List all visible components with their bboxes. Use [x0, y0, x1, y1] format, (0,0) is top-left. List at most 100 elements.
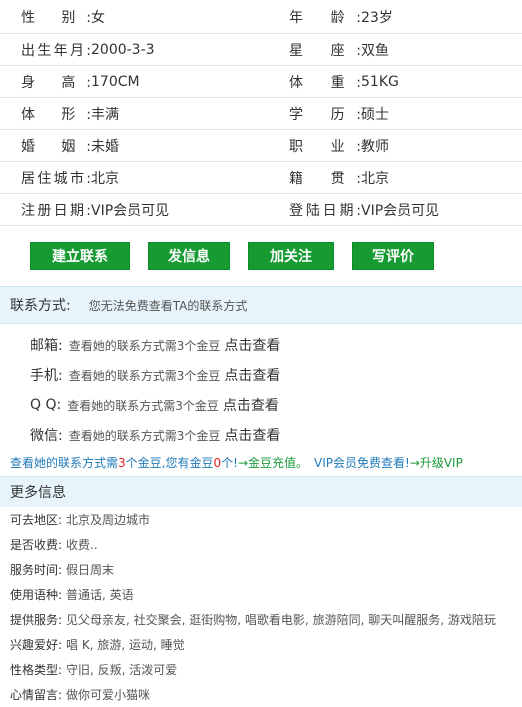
contact-item-wechat: 微信: 查看她的联系方式需3个金豆 点击查看	[0, 420, 522, 450]
field-value: 教师	[361, 138, 389, 155]
recharge-link[interactable]: →金豆充值。	[238, 456, 308, 470]
profile-row: 注册日期: VIP会员可见 登陆日期: VIP会员可见	[0, 194, 522, 226]
field-label: 年 龄:	[289, 9, 361, 26]
info-value: 见父母亲友, 社交聚会, 逛街购物, 唱歌看电影, 旅游陪同, 聊天叫醒服务, …	[66, 613, 496, 627]
view-email-link[interactable]: 点击查看	[224, 335, 280, 355]
field-value: 女	[91, 9, 105, 26]
profile-row: 婚 姻: 未婚 职 业: 教师	[0, 130, 522, 162]
list-item: 提供服务: 见父母亲友, 社交聚会, 逛街购物, 唱歌看电影, 旅游陪同, 聊天叫…	[0, 607, 522, 632]
field-value: 2000-3-3	[91, 41, 155, 58]
field-label: 职 业:	[289, 138, 361, 155]
info-label: 服务时间:	[10, 563, 63, 577]
contact-item-phone: 手机: 查看她的联系方式需3个金豆 点击查看	[0, 360, 522, 390]
list-item: 服务时间: 假日周末	[0, 557, 522, 582]
contact-section-title: 联系方式:	[10, 298, 71, 314]
list-item: 可去地区: 北京及周边城市	[0, 507, 522, 532]
profile-row: 居住城市: 北京 籍 贯: 北京	[0, 162, 522, 194]
profile-row: 出生年月: 2000-3-3 星 座: 双鱼	[0, 34, 522, 66]
field-value: 23岁	[361, 9, 393, 26]
contact-list: 邮箱: 查看她的联系方式需3个金豆 点击查看 手机: 查看她的联系方式需3个金豆…	[0, 324, 522, 450]
profile-row: 性 别: 女 年 龄: 23岁	[0, 0, 522, 34]
list-item: 是否收费: 收费..	[0, 532, 522, 557]
follow-button[interactable]: 加关注	[248, 242, 334, 270]
contact-item-qq: Q Q: 查看她的联系方式需3个金豆 点击查看	[0, 390, 522, 420]
profile-cell-left: 体 形: 丰满	[0, 104, 261, 124]
profile-row: 身 高: 170CM 体 重: 51KG	[0, 66, 522, 98]
more-info-title: 更多信息	[10, 485, 66, 501]
field-label: 居住城市:	[21, 170, 91, 187]
info-label: 心情留言:	[10, 688, 63, 702]
info-label: 性格类型:	[10, 663, 63, 677]
upgrade-vip-link[interactable]: →升级VIP	[410, 456, 463, 470]
info-label: 兴趣爱好:	[10, 638, 63, 652]
field-value: 北京	[361, 170, 389, 187]
contact-label: 手机:	[30, 368, 63, 384]
contact-item-email: 邮箱: 查看她的联系方式需3个金豆 点击查看	[0, 330, 522, 360]
contact-section-header: 联系方式: 您无法免费查看TA的联系方式	[0, 286, 522, 324]
beans-owned: 0	[213, 456, 222, 470]
contact-label: 邮箱:	[30, 338, 63, 354]
notice-text: 个!	[221, 456, 238, 470]
field-value: 丰满	[91, 106, 119, 123]
field-label: 出生年月:	[21, 42, 91, 59]
profile-cell-left: 注册日期: VIP会员可见	[0, 200, 261, 220]
profile-cell-right: 职 业: 教师	[261, 136, 522, 156]
contact-button[interactable]: 建立联系	[30, 242, 130, 270]
view-qq-link[interactable]: 点击查看	[223, 395, 279, 415]
more-info-header: 更多信息	[0, 476, 522, 507]
profile-table: 性 别: 女 年 龄: 23岁 出生年月: 2000-3-3 星 座: 双鱼 身 高: 1…	[0, 0, 522, 226]
profile-cell-left: 婚 姻: 未婚	[0, 136, 261, 156]
vip-text: VIP会员免费查看!	[314, 456, 410, 470]
field-label: 星 座:	[289, 42, 361, 59]
contact-text: 查看她的联系方式需3个金豆	[68, 428, 221, 443]
gold-bean-notice: 查看她的联系方式需3个金豆,您有金豆0个!→金豆充值。 VIP会员免费查看!→升级…	[0, 450, 522, 472]
info-value: 北京及周边城市	[66, 513, 151, 527]
contact-text: 查看她的联系方式需3个金豆	[68, 338, 221, 353]
info-value: 做你可爱小猫咪	[66, 688, 151, 702]
field-label: 学 历:	[289, 106, 361, 123]
info-label: 是否收费:	[10, 538, 63, 552]
info-label: 使用语种:	[10, 588, 63, 602]
profile-cell-right: 籍 贯: 北京	[261, 168, 522, 188]
profile-row: 体 形: 丰满 学 历: 硕士	[0, 98, 522, 130]
field-value: 170CM	[91, 73, 140, 90]
profile-cell-left: 出生年月: 2000-3-3	[0, 40, 261, 60]
field-value: 硕士	[361, 106, 389, 123]
contact-label: 微信:	[30, 428, 63, 444]
contact-label: Q Q:	[30, 397, 62, 413]
send-message-button[interactable]: 发信息	[148, 242, 230, 270]
field-value: 未婚	[91, 138, 119, 155]
field-value: VIP会员可见	[361, 202, 440, 219]
view-wechat-link[interactable]: 点击查看	[224, 425, 280, 445]
notice-text: 个金豆,您有金豆	[125, 456, 214, 470]
field-value: 双鱼	[361, 42, 389, 59]
profile-cell-left: 身 高: 170CM	[0, 72, 261, 92]
info-value: 假日周末	[66, 563, 115, 577]
field-label: 注册日期:	[21, 202, 91, 219]
info-value: 普通话, 英语	[66, 588, 134, 602]
field-label: 体 形:	[21, 106, 91, 123]
field-label: 婚 姻:	[21, 138, 91, 155]
beans-required: 3	[118, 456, 126, 470]
profile-cell-right: 星 座: 双鱼	[261, 40, 522, 60]
field-value: VIP会员可见	[91, 202, 170, 219]
field-label: 身 高:	[21, 74, 91, 91]
field-label: 登陆日期:	[289, 202, 361, 219]
profile-cell-right: 年 龄: 23岁	[261, 7, 522, 27]
info-value: 收费..	[66, 538, 98, 552]
field-label: 籍 贯:	[289, 170, 361, 187]
profile-cell-right: 体 重: 51KG	[261, 72, 522, 92]
profile-cell-right: 学 历: 硕士	[261, 104, 522, 124]
contact-text: 查看她的联系方式需3个金豆	[67, 398, 219, 413]
list-item: 兴趣爱好: 唱 K, 旅游, 运动, 睡觉	[0, 632, 522, 657]
field-label: 体 重:	[289, 74, 361, 91]
info-value: 守旧, 反叛, 活泼可爱	[66, 663, 178, 677]
write-review-button[interactable]: 写评价	[352, 242, 434, 270]
contact-text: 查看她的联系方式需3个金豆	[68, 368, 221, 383]
info-label: 可去地区:	[10, 513, 63, 527]
field-value: 北京	[91, 170, 119, 187]
list-item: 心情留言: 做你可爱小猫咪	[0, 682, 522, 707]
action-buttons: 建立联系 发信息 加关注 写评价	[0, 226, 522, 286]
view-phone-link[interactable]: 点击查看	[224, 365, 280, 385]
info-value: 唱 K, 旅游, 运动, 睡觉	[66, 638, 185, 652]
